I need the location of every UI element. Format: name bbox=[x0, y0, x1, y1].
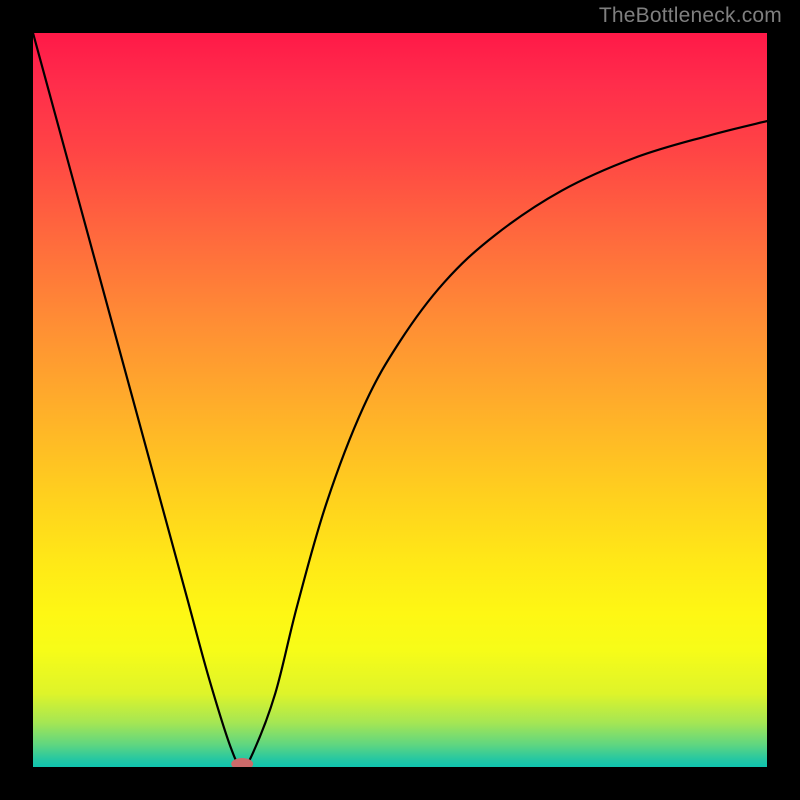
bottleneck-curve bbox=[33, 33, 767, 767]
bottleneck-curve-path bbox=[33, 33, 767, 767]
plot-area bbox=[33, 33, 767, 767]
chart-svg bbox=[33, 33, 767, 767]
chart-frame: TheBottleneck.com bbox=[0, 0, 800, 800]
watermark-text: TheBottleneck.com bbox=[599, 4, 782, 28]
